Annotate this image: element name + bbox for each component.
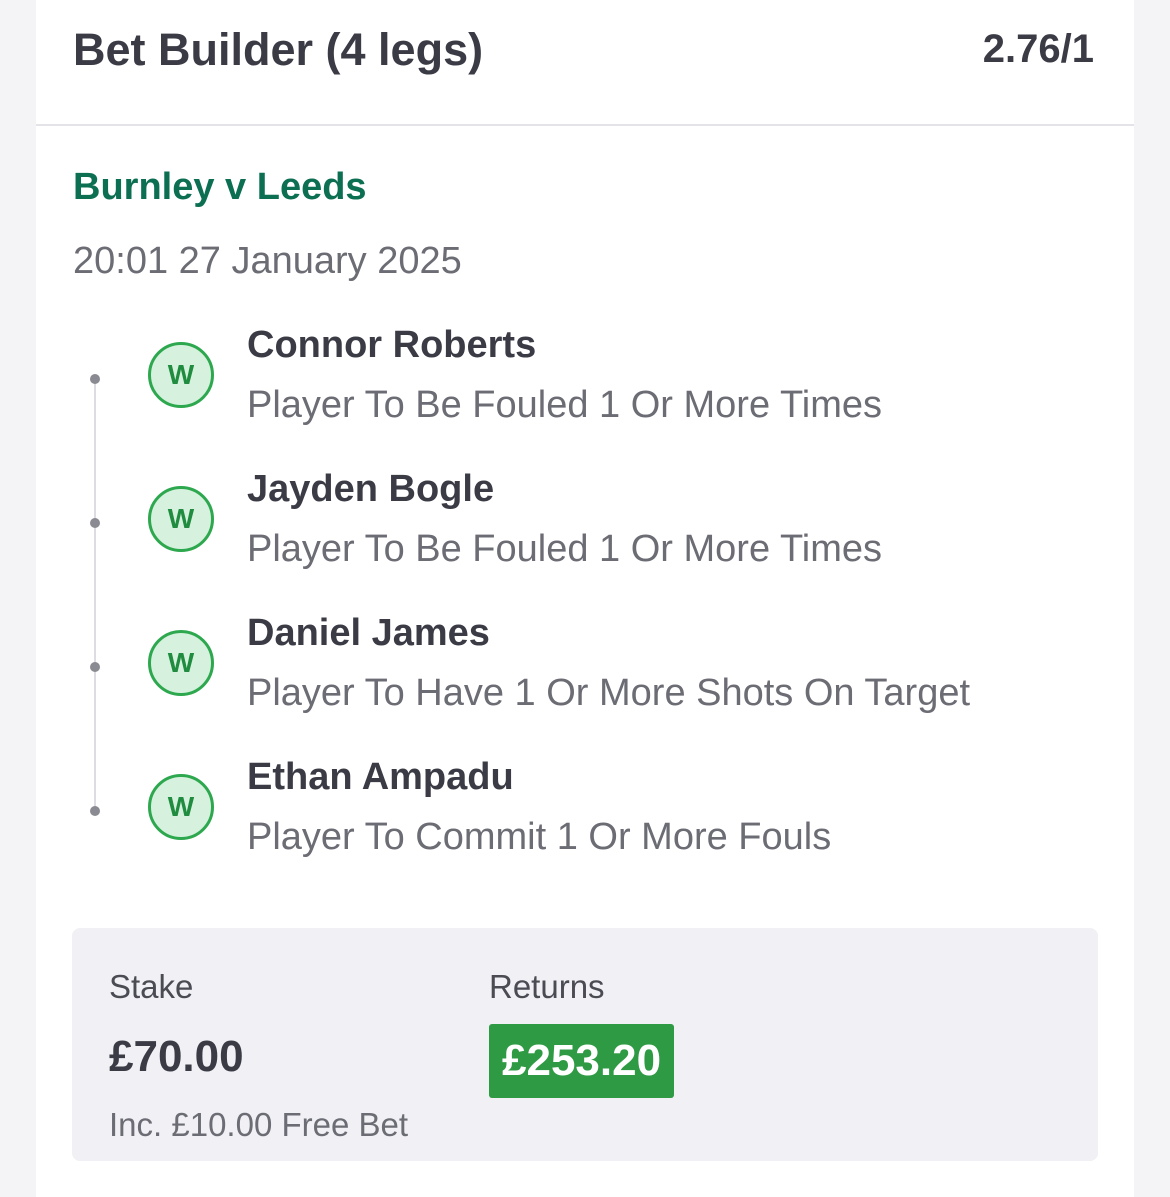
timeline-dot	[90, 374, 100, 384]
bet-leg: W Connor Roberts Player To Be Fouled 1 O…	[36, 320, 1134, 464]
bet-leg: W Daniel James Player To Have 1 Or More …	[36, 608, 1134, 752]
win-status-badge: W	[148, 630, 214, 696]
timeline-dot	[90, 518, 100, 528]
bet-leg: W Jayden Bogle Player To Be Fouled 1 Or …	[36, 464, 1134, 608]
stake-value: £70.00	[109, 1032, 244, 1081]
bet-header[interactable]: Bet Builder (4 legs) 2.76/1	[36, 0, 1134, 126]
leg-player-name: Ethan Ampadu	[247, 756, 514, 798]
stake-label: Stake	[109, 968, 194, 1005]
bet-legs-list: W Connor Roberts Player To Be Fouled 1 O…	[36, 320, 1134, 880]
leg-market: Player To Have 1 Or More Shots On Target	[247, 672, 971, 714]
win-status-badge: W	[148, 342, 214, 408]
leg-player-name: Jayden Bogle	[247, 468, 495, 510]
returns-value-badge: £253.20	[489, 1024, 675, 1098]
leg-player-name: Connor Roberts	[247, 324, 537, 366]
bet-odds: 2.76/1	[982, 27, 1094, 71]
returns-label: Returns	[489, 968, 605, 1005]
event-name[interactable]: Burnley v Leeds	[73, 166, 367, 209]
bet-title: Bet Builder (4 legs)	[73, 24, 484, 75]
win-status-badge: W	[148, 486, 214, 552]
bet-summary: Stake £70.00 Inc. £10.00 Free Bet Return…	[72, 928, 1098, 1161]
timeline-dot	[90, 662, 100, 672]
leg-market: Player To Be Fouled 1 Or More Times	[247, 528, 882, 570]
leg-market: Player To Be Fouled 1 Or More Times	[247, 384, 882, 426]
leg-market: Player To Commit 1 Or More Fouls	[247, 816, 832, 858]
timeline-dot	[90, 806, 100, 816]
leg-player-name: Daniel James	[247, 612, 490, 654]
win-status-badge: W	[148, 774, 214, 840]
bet-leg: W Ethan Ampadu Player To Commit 1 Or Mor…	[36, 752, 1134, 896]
event-datetime: 20:01 27 January 2025	[73, 240, 462, 282]
bet-card: Bet Builder (4 legs) 2.76/1 Burnley v Le…	[36, 0, 1134, 1197]
free-bet-note: Inc. £10.00 Free Bet	[109, 1106, 409, 1143]
